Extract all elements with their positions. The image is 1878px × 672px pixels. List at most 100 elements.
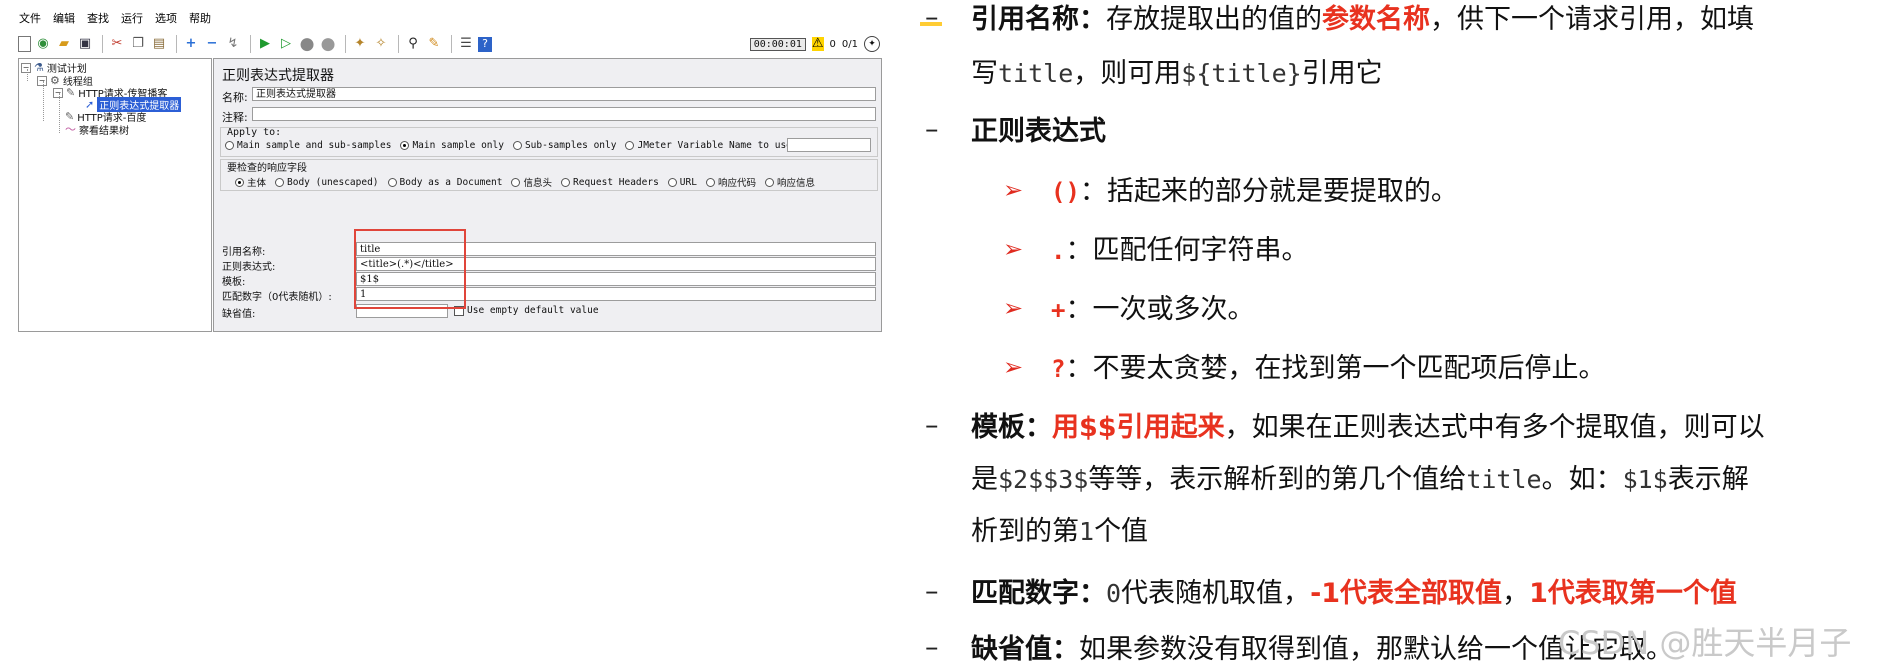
ref-name-line-1: 引用名称：存放提取出的值的参数名称，供下一个请求引用，如填: [971, 2, 1754, 38]
term-match-no: 匹配数字：: [971, 578, 1106, 609]
note-text: 等等，表示解析到的第几个值给: [1088, 464, 1467, 495]
apply-variable-radio[interactable]: JMeter Variable Name to use: [625, 140, 792, 151]
toolbar-separator: [398, 35, 399, 53]
regex-item-group: ()：括起来的部分就是要提取的。: [1051, 174, 1458, 210]
code-text: 0: [1106, 579, 1122, 608]
dash-bullet: –: [925, 576, 939, 607]
tree-node-label: 察看结果树: [79, 125, 129, 137]
menu-bar: 文件 编辑 查找 运行 选项 帮助: [18, 10, 212, 26]
field-options: 主体 Body (unescaped) Body as a Document 信…: [235, 175, 824, 189]
apply-to-group: Apply to: Main sample and sub-samples Ma…: [220, 127, 878, 157]
variable-name-input[interactable]: [787, 138, 871, 152]
shutdown-icon[interactable]: ●: [319, 35, 337, 53]
ref-name-line-2: 写title，则可用${title}引用它: [971, 56, 1383, 92]
expand-icon[interactable]: +: [182, 35, 200, 53]
dash-bullet: –: [925, 632, 939, 663]
regex-label: 正则表达式:: [222, 262, 276, 273]
menu-edit[interactable]: 编辑: [52, 10, 76, 26]
radio-label: 响应信息: [776, 178, 815, 189]
paste-icon[interactable]: ▤: [150, 35, 168, 53]
tree-node-listener[interactable]: 〜 察看结果树: [65, 121, 129, 137]
collapse-toggle-icon[interactable]: −: [21, 62, 31, 73]
open-icon[interactable]: ▰: [55, 35, 73, 53]
field-body-unescaped-radio[interactable]: Body (unescaped): [275, 177, 379, 188]
cut-icon[interactable]: ✂: [108, 35, 126, 53]
dash-bullet: –: [925, 2, 939, 33]
chart-icon: 〜: [65, 123, 76, 136]
panel-title: 正则表达式提取器: [222, 68, 334, 84]
menu-file[interactable]: 文件: [18, 10, 42, 26]
radio-icon: [705, 177, 715, 187]
ref-name-label: 引用名称:: [222, 247, 266, 258]
field-body-radio[interactable]: 主体: [235, 175, 266, 189]
help-icon[interactable]: ?: [478, 36, 492, 52]
collapse-toggle-icon[interactable]: −: [53, 87, 63, 98]
note-text: 个值: [1094, 516, 1149, 547]
menu-search[interactable]: 查找: [86, 10, 110, 26]
use-empty-default-checkbox[interactable]: Use empty default value: [454, 305, 599, 316]
running-indicator-icon: ✦: [864, 36, 880, 52]
template-line-3: 析到的第1个值: [971, 514, 1148, 550]
radio-label: Body (unescaped): [287, 176, 379, 188]
radio-icon: [511, 177, 521, 187]
apply-main-only-radio[interactable]: Main sample only: [400, 140, 504, 151]
note-text: ：不要太贪婪，在找到第一个匹配项后停止。: [1065, 353, 1606, 384]
search-icon[interactable]: ⚲: [404, 35, 422, 53]
field-request-headers-radio[interactable]: Request Headers: [561, 177, 659, 188]
apply-sub-only-radio[interactable]: Sub-samples only: [512, 140, 617, 151]
watermark: CSDN @胜天半月子: [1558, 624, 1852, 662]
match-no-label: 匹配数字（0代表随机）:: [222, 292, 332, 303]
collapse-toggle-icon[interactable]: −: [37, 75, 47, 86]
function-helper-icon[interactable]: ☰: [457, 35, 475, 53]
radio-label: Request Headers: [573, 176, 659, 188]
dash-bullet: –: [925, 410, 939, 441]
note-text: ，供下一个请求引用，如填: [1430, 4, 1754, 35]
menu-options[interactable]: 选项: [154, 10, 178, 26]
menu-help[interactable]: 帮助: [188, 10, 212, 26]
toggle-icon[interactable]: ↯: [224, 35, 242, 53]
save-icon[interactable]: ▣: [76, 35, 94, 53]
note-text: 表示解: [1667, 464, 1749, 495]
field-headers-radio[interactable]: 信息头: [511, 175, 552, 189]
start-no-pause-icon[interactable]: ▷: [277, 35, 295, 53]
comment-input[interactable]: [252, 107, 876, 121]
field-response-message-radio[interactable]: 响应信息: [764, 175, 815, 189]
note-text: ，如果在正则表达式中有多个提取值，则可以: [1224, 412, 1765, 443]
note-text: 。如：: [1541, 464, 1623, 495]
name-input[interactable]: 正则表达式提取器: [252, 87, 876, 101]
arrow-bullet-icon: ➢: [1003, 235, 1024, 263]
clear-all-icon[interactable]: ✧: [372, 35, 390, 53]
warning-icon[interactable]: ⚠: [811, 37, 824, 51]
field-body-document-radio[interactable]: Body as a Document: [387, 177, 502, 188]
start-icon[interactable]: ▶: [256, 35, 274, 53]
clear-icon[interactable]: ✦: [351, 35, 369, 53]
field-response-code-radio[interactable]: 响应代码: [705, 175, 756, 189]
note-text: ：括起来的部分就是要提取的。: [1079, 176, 1458, 207]
code-text: ${title}: [1181, 59, 1302, 88]
code-text: $1$: [1622, 465, 1668, 494]
highlight-box: [354, 229, 466, 309]
jmeter-window: 文件 编辑 查找 运行 选项 帮助 ◉ ▰ ▣ ✂ ❐ ▤ + − ↯ ▶ ▷ …: [18, 8, 882, 332]
radio-label: URL: [679, 176, 697, 188]
arrow-bullet-icon: ➢: [1003, 176, 1024, 204]
reset-search-icon[interactable]: ✎: [425, 35, 443, 53]
comment-label: 注释:: [222, 111, 248, 124]
new-icon[interactable]: [18, 36, 31, 52]
menu-run[interactable]: 运行: [120, 10, 144, 26]
stop-icon[interactable]: ●: [298, 35, 316, 53]
radio-label: Sub-samples only: [524, 140, 617, 151]
radio-label: 信息头: [523, 178, 552, 189]
field-url-radio[interactable]: URL: [667, 176, 697, 188]
template-line-1: 模板：用$$引用起来，如果在正则表达式中有多个提取值，则可以: [971, 410, 1765, 446]
radio-label: 主体: [247, 178, 267, 189]
templates-icon[interactable]: ◉: [34, 35, 52, 53]
radio-selected-icon: [400, 141, 410, 150]
collapse-icon[interactable]: −: [203, 35, 221, 53]
copy-icon[interactable]: ❐: [129, 35, 147, 53]
default-value-label: 缺省值:: [222, 309, 256, 320]
radio-icon: [625, 141, 635, 150]
radio-icon: [512, 141, 522, 150]
highlight-text: 用$$引用起来: [1052, 412, 1225, 443]
note-text: 代表随机取值，: [1121, 578, 1311, 609]
apply-main-and-sub-radio[interactable]: Main sample and sub-samples: [225, 140, 391, 151]
